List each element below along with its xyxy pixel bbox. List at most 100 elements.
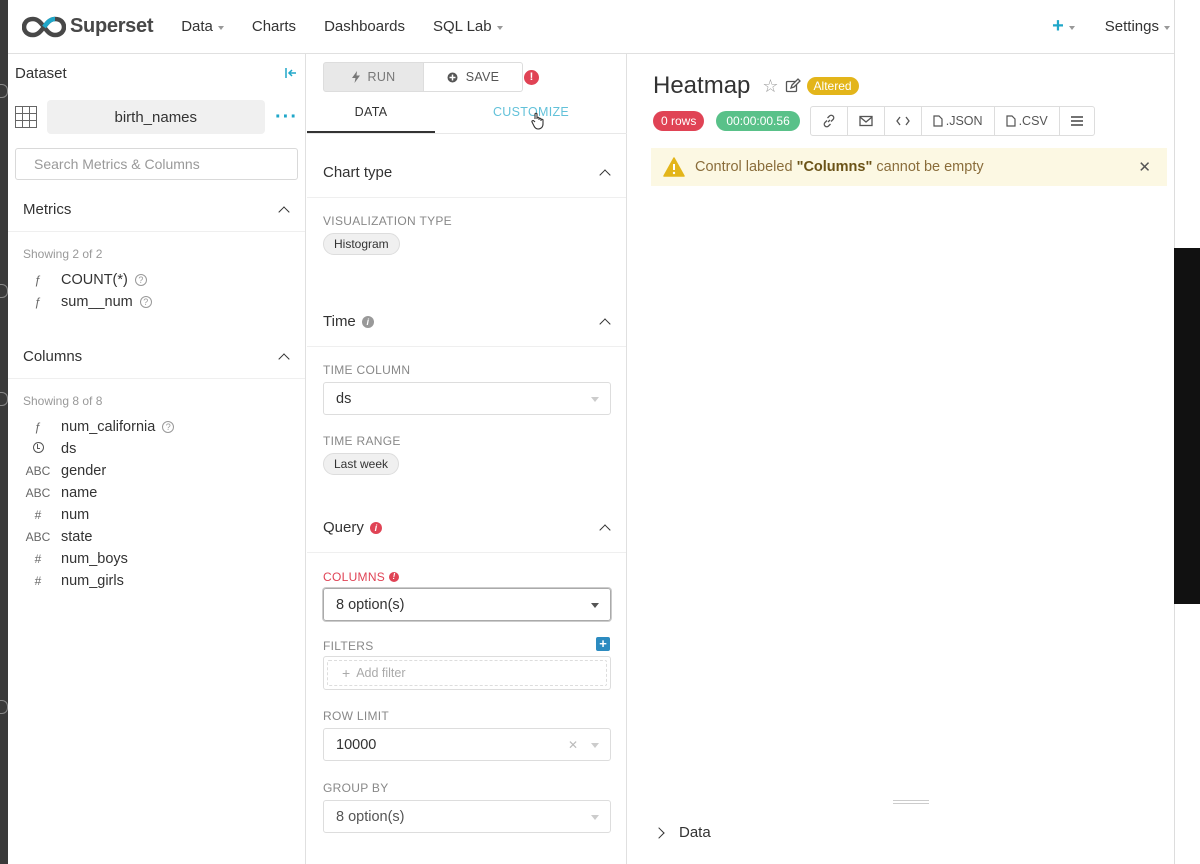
field-type-icon: ƒ <box>34 420 42 434</box>
close-icon[interactable]: ✕ <box>1138 158 1151 176</box>
run-label: RUN <box>367 70 396 84</box>
settings-menu[interactable]: Settings <box>1085 18 1174 35</box>
email-button[interactable] <box>848 107 885 135</box>
copy-link-button[interactable] <box>811 107 848 135</box>
nav-data[interactable]: Data <box>167 18 238 35</box>
clear-icon[interactable]: ✕ <box>568 738 578 752</box>
columns-list: ƒ num_california? ds ABC gender ABC name # num AB… <box>8 416 305 592</box>
data-pane-toggle[interactable]: Data <box>653 824 711 841</box>
add-filter-plus-icon[interactable]: + <box>596 637 610 651</box>
columns-label-text: COLUMNS <box>323 570 386 584</box>
superset-logo[interactable]: Superset <box>22 15 153 38</box>
run-button[interactable]: RUN <box>323 62 424 92</box>
chart-area: Heatmap ☆ Altered 0 rows 00:00:00.56 .JS… <box>628 54 1174 864</box>
tab-data[interactable]: DATA <box>307 100 435 133</box>
filters-label: FILTERS <box>323 639 374 653</box>
nav-charts[interactable]: Charts <box>238 18 310 35</box>
embed-code-button[interactable] <box>885 107 922 135</box>
group-by-select[interactable]: 8 option(s) <box>323 800 611 833</box>
column-item[interactable]: # num_girls <box>8 570 305 592</box>
edit-icon[interactable] <box>785 78 801 94</box>
json-label: .JSON <box>945 114 983 128</box>
caret-down-icon <box>591 603 599 608</box>
metric-name: COUNT(*) <box>61 272 128 288</box>
query-section: Query i COLUMNS! 8 option(s) FILTERS + + A… <box>307 503 626 833</box>
column-name: num_girls <box>61 573 124 589</box>
row-limit-select[interactable]: 10000 ✕ <box>323 728 611 761</box>
data-pane-label: Data <box>679 824 711 841</box>
search-metrics-columns-input[interactable]: Search Metrics & Columns <box>15 148 298 180</box>
more-actions-button[interactable] <box>1060 107 1094 135</box>
warning-suffix: cannot be empty <box>872 159 984 175</box>
star-icon[interactable]: ☆ <box>762 76 778 97</box>
nav-dashboards[interactable]: Dashboards <box>310 18 419 35</box>
time-range-label: TIME RANGE <box>323 434 401 448</box>
error-icon[interactable]: ! <box>389 572 400 582</box>
columns-label: COLUMNS! <box>307 570 626 584</box>
chevron-up-icon <box>600 317 610 327</box>
column-item[interactable]: ABC state <box>8 526 305 548</box>
chart-title[interactable]: Heatmap <box>653 72 750 100</box>
column-item[interactable]: # num_boys <box>8 548 305 570</box>
right-edge-strip <box>1174 0 1200 864</box>
row-limit-value: 10000 <box>336 736 377 753</box>
field-type-icon: ƒ <box>34 273 42 287</box>
add-filter-button[interactable]: + Add filter <box>327 660 607 686</box>
column-item[interactable]: ABC gender <box>8 460 305 482</box>
metric-item[interactable]: ƒ sum__num? <box>8 291 305 313</box>
chevron-up-icon <box>279 352 289 362</box>
metric-item[interactable]: ƒ COUNT(*)? <box>8 269 305 291</box>
field-type-icon: ABC <box>25 486 51 500</box>
collapse-panel-icon[interactable] <box>284 66 298 80</box>
link-icon <box>823 114 835 128</box>
time-header[interactable]: Time i <box>307 297 626 347</box>
column-name: num_boys <box>61 551 128 567</box>
field-type-icon: # <box>34 552 42 566</box>
altered-badge[interactable]: Altered <box>806 77 859 95</box>
info-icon[interactable]: i <box>361 315 374 328</box>
column-item[interactable]: ds <box>8 438 305 460</box>
clock-icon <box>23 442 53 456</box>
nav-sql-lab[interactable]: SQL Lab <box>419 18 517 35</box>
chevron-up-icon <box>600 168 610 178</box>
plus-icon: + <box>1052 15 1064 37</box>
time-column-select[interactable]: ds <box>323 382 611 415</box>
error-alert-icon[interactable]: ! <box>524 70 539 85</box>
column-item[interactable]: # num <box>8 504 305 526</box>
column-item[interactable]: ƒ num_california? <box>8 416 305 438</box>
column-item[interactable]: ABC name <box>8 482 305 504</box>
visualization-type-value[interactable]: Histogram <box>323 233 400 255</box>
time-range-value[interactable]: Last week <box>323 453 400 475</box>
dataset-name[interactable]: birth_names <box>46 100 266 134</box>
field-type-icon: ABC <box>25 464 51 478</box>
file-icon <box>933 115 943 127</box>
export-csv-button[interactable]: .CSV <box>995 107 1060 135</box>
chart-type-header[interactable]: Chart type <box>307 148 626 198</box>
new-item-button[interactable]: + <box>1052 15 1085 38</box>
more-options-icon[interactable]: ··· <box>275 107 298 127</box>
controls-tabs: DATA CUSTOMIZE <box>307 100 627 134</box>
help-icon[interactable]: ? <box>134 274 147 286</box>
hand-cursor-icon <box>531 112 544 130</box>
metrics-section-header[interactable]: Metrics <box>8 188 305 232</box>
columns-select[interactable]: 8 option(s) <box>323 588 611 621</box>
error-info-icon[interactable]: i <box>369 521 382 534</box>
save-button[interactable]: SAVE <box>424 62 523 92</box>
table-icon <box>15 106 37 128</box>
field-type-icon: # <box>34 574 42 588</box>
csv-label: .CSV <box>1018 114 1048 128</box>
query-duration-badge: 00:00:00.56 <box>716 111 800 131</box>
help-icon[interactable]: ? <box>162 421 175 433</box>
columns-section-header[interactable]: Columns <box>8 335 305 379</box>
chevron-up-icon <box>279 205 289 215</box>
warning-field: "Columns" <box>796 159 873 175</box>
metrics-count: Showing 2 of 2 <box>23 247 103 261</box>
visualization-type-label: VISUALIZATION TYPE <box>323 214 452 228</box>
validation-warning: Control labeled "Columns" cannot be empt… <box>651 148 1167 186</box>
metrics-title: Metrics <box>23 201 72 218</box>
group-by-value: 8 option(s) <box>336 808 405 825</box>
help-icon[interactable]: ? <box>139 296 152 308</box>
query-header[interactable]: Query i <box>307 503 626 553</box>
resize-handle[interactable] <box>893 800 929 804</box>
export-json-button[interactable]: .JSON <box>922 107 995 135</box>
